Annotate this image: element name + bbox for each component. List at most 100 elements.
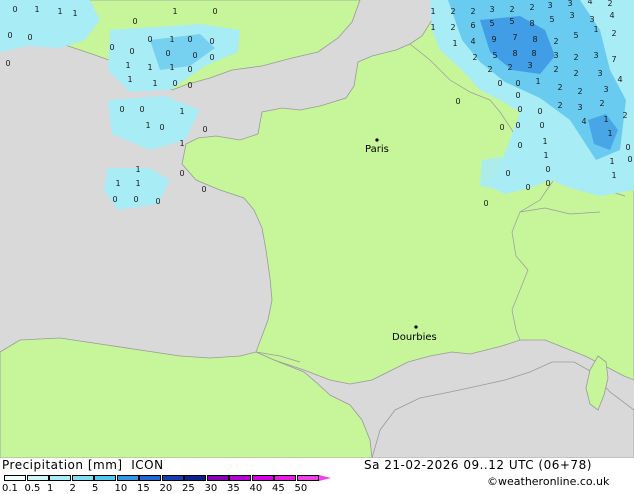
svg-text:0: 0: [539, 121, 544, 130]
svg-text:8: 8: [512, 49, 517, 58]
svg-text:2: 2: [557, 83, 562, 92]
legend-swatch: [116, 475, 139, 481]
svg-text:0: 0: [165, 49, 170, 58]
legend-label: 0.5: [24, 483, 41, 494]
legend-swatch: [161, 475, 184, 481]
legend-swatch: [71, 475, 94, 481]
legend-arrow: [319, 475, 331, 481]
legend-swatch: [274, 475, 296, 481]
legend-label: 5: [92, 483, 99, 494]
svg-text:0: 0: [201, 185, 206, 194]
dourbies-label: Dourbies: [392, 332, 437, 343]
svg-text:0: 0: [119, 105, 124, 114]
svg-text:9: 9: [491, 35, 496, 44]
paris-label: Paris: [365, 144, 389, 155]
svg-text:2: 2: [450, 23, 455, 32]
svg-text:2: 2: [553, 65, 558, 74]
svg-text:0: 0: [179, 169, 184, 178]
svg-text:0: 0: [545, 165, 550, 174]
legend-label: 0.1: [2, 483, 18, 494]
svg-text:0: 0: [455, 97, 460, 106]
svg-text:0: 0: [147, 35, 152, 44]
svg-text:0: 0: [112, 195, 117, 204]
svg-text:2: 2: [573, 53, 578, 62]
model-name: ICON: [131, 458, 164, 472]
legend-label: 10: [114, 483, 128, 494]
svg-text:2: 2: [487, 65, 492, 74]
svg-text:3: 3: [547, 1, 552, 10]
svg-text:1: 1: [430, 7, 435, 16]
svg-text:7: 7: [611, 55, 616, 64]
svg-text:2: 2: [553, 37, 558, 46]
svg-text:0: 0: [209, 37, 214, 46]
svg-text:3: 3: [593, 51, 598, 60]
svg-text:4: 4: [617, 75, 622, 84]
svg-text:3: 3: [527, 61, 532, 70]
svg-text:5: 5: [509, 17, 514, 26]
svg-text:2: 2: [472, 53, 477, 62]
svg-text:4: 4: [470, 37, 475, 46]
svg-text:0: 0: [5, 59, 10, 68]
svg-text:0: 0: [159, 123, 164, 132]
svg-text:0: 0: [7, 31, 12, 40]
map-title: Precipitation [mm] ICON: [2, 458, 164, 472]
legend-label: 35: [227, 483, 240, 494]
svg-text:1: 1: [179, 139, 184, 148]
legend-swatch: [4, 475, 26, 481]
svg-text:2: 2: [470, 7, 475, 16]
svg-text:1: 1: [34, 5, 39, 14]
svg-text:1: 1: [607, 129, 612, 138]
svg-text:0: 0: [499, 123, 504, 132]
legend-label: 30: [204, 483, 218, 494]
legend-label: 50: [294, 483, 308, 494]
legend-swatch: [296, 475, 319, 481]
svg-text:0: 0: [172, 79, 177, 88]
svg-text:0: 0: [625, 143, 630, 152]
svg-text:3: 3: [597, 69, 602, 78]
legend-label: 2: [69, 483, 76, 494]
svg-text:0: 0: [187, 35, 192, 44]
svg-text:0: 0: [109, 43, 114, 52]
svg-text:5: 5: [489, 19, 494, 28]
svg-text:1: 1: [135, 165, 140, 174]
svg-text:1: 1: [452, 39, 457, 48]
svg-text:8: 8: [531, 49, 536, 58]
svg-text:2: 2: [622, 111, 627, 120]
credit-link[interactable]: ©weatheronline.co.uk: [487, 475, 609, 488]
svg-text:0: 0: [517, 105, 522, 114]
svg-text:0: 0: [212, 7, 217, 16]
svg-text:2: 2: [577, 87, 582, 96]
svg-text:0: 0: [139, 105, 144, 114]
svg-text:0: 0: [515, 91, 520, 100]
svg-text:2: 2: [599, 99, 604, 108]
svg-text:0: 0: [187, 81, 192, 90]
legend-label: 1: [47, 483, 54, 494]
svg-text:0: 0: [27, 33, 32, 42]
legend-swatch: [94, 475, 116, 481]
svg-text:3: 3: [553, 51, 558, 60]
legend-swatch: [26, 475, 49, 481]
svg-text:0: 0: [12, 5, 17, 14]
svg-text:1: 1: [593, 25, 598, 34]
svg-text:1: 1: [169, 63, 174, 72]
svg-text:0: 0: [132, 17, 137, 26]
svg-text:5: 5: [492, 51, 497, 60]
forecast-datetime: Sa 21-02-2026 09..12 UTC (06+78): [364, 458, 592, 472]
svg-text:0: 0: [517, 141, 522, 150]
svg-text:2: 2: [611, 29, 616, 38]
svg-text:3: 3: [569, 11, 574, 20]
svg-text:8: 8: [532, 35, 537, 44]
svg-text:1: 1: [125, 61, 130, 70]
dourbies-marker: [414, 325, 418, 329]
svg-text:0: 0: [525, 183, 530, 192]
legend-label: 15: [137, 483, 150, 494]
svg-text:0: 0: [627, 155, 632, 164]
legend-swatch: [139, 475, 161, 481]
svg-text:4: 4: [609, 11, 614, 20]
svg-text:0: 0: [192, 51, 197, 60]
svg-text:4: 4: [587, 0, 592, 6]
svg-text:1: 1: [147, 63, 152, 72]
svg-text:2: 2: [557, 101, 562, 110]
svg-text:1: 1: [115, 179, 120, 188]
legend-label: 45: [272, 483, 285, 494]
